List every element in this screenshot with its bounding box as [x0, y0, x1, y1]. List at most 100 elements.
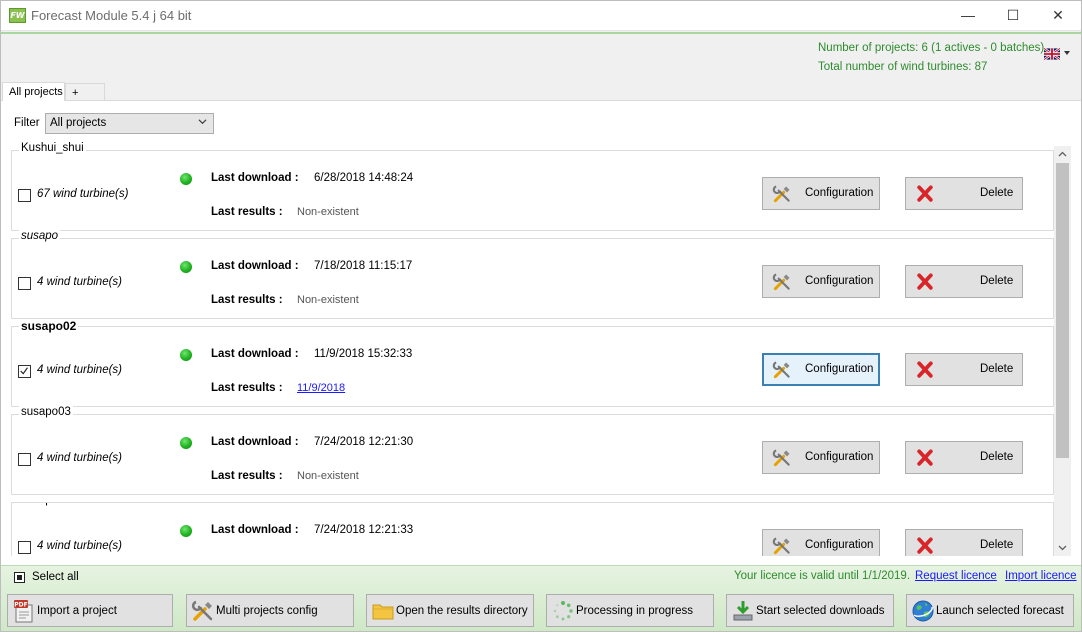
status-ok-icon	[180, 349, 192, 361]
configuration-button[interactable]: Configuration	[762, 265, 880, 298]
configuration-button[interactable]: Configuration	[762, 177, 880, 210]
configuration-label: Configuration	[805, 363, 874, 375]
request-licence-link[interactable]: Request licence	[915, 570, 997, 582]
multi-projects-config-button[interactable]: Multi projects config	[186, 594, 354, 627]
delete-button[interactable]: Delete	[905, 529, 1023, 556]
delete-button[interactable]: Delete	[905, 353, 1023, 386]
delete-icon	[917, 537, 933, 554]
tab-strip	[0, 82, 1082, 101]
turbine-count[interactable]: 4 wind turbine(s)	[37, 540, 122, 552]
launch-selected-forecast-label: Launch selected forecast	[936, 605, 1064, 617]
turbine-count[interactable]: 4 wind turbine(s)	[37, 276, 122, 288]
project-checkbox[interactable]	[18, 277, 31, 290]
project-checkbox[interactable]	[18, 453, 31, 466]
launch-selected-forecast-button[interactable]: Launch selected forecast	[906, 594, 1074, 627]
turbines-count: Total number of wind turbines: 87	[818, 61, 988, 73]
delete-label: Delete	[980, 275, 1014, 287]
project-panel: susapo03 4 wind turbine(s) Last download :…	[11, 406, 1054, 495]
tools-icon	[772, 449, 790, 467]
uk-flag-icon[interactable]	[1044, 47, 1060, 61]
filter-selected-value: All projects	[50, 117, 107, 129]
tab-add[interactable]: +	[65, 83, 105, 101]
tab-strip-divider	[0, 100, 1082, 101]
last-results-label: Last results :	[211, 294, 283, 306]
project-panel: Kushui_shui 67 wind turbine(s) Last downlo…	[11, 142, 1054, 231]
multi-projects-config-label: Multi projects config	[216, 605, 318, 617]
configuration-label: Configuration	[805, 187, 874, 199]
last-download-label: Last download :	[211, 172, 299, 184]
last-download-value: 11/9/2018 15:32:33	[314, 348, 413, 360]
project-name: susapo02	[19, 319, 79, 333]
processing-status-button[interactable]: Processing in progress	[546, 594, 714, 627]
last-results-value[interactable]: 11/9/2018	[297, 382, 345, 394]
turbine-count[interactable]: 4 wind turbine(s)	[37, 452, 122, 464]
project-name: susapo04	[19, 503, 73, 506]
last-results-label: Last results :	[211, 206, 283, 218]
status-ok-icon	[180, 261, 192, 273]
delete-button[interactable]: Delete	[905, 265, 1023, 298]
download-icon	[733, 601, 753, 621]
folder-icon	[372, 604, 394, 620]
import-project-button[interactable]: PDF Import a project	[7, 594, 173, 627]
turbine-count[interactable]: 67 wind turbine(s)	[37, 188, 128, 200]
app-logo: FW	[9, 8, 26, 23]
delete-label: Delete	[980, 451, 1014, 463]
delete-button[interactable]: Delete	[905, 177, 1023, 210]
maximize-button[interactable]: ☐	[990, 0, 1036, 31]
start-selected-downloads-button[interactable]: Start selected downloads	[726, 594, 894, 627]
project-name: susapo	[19, 230, 61, 242]
delete-icon	[917, 449, 933, 466]
delete-icon	[917, 185, 933, 202]
last-results-label: Last results :	[211, 470, 283, 482]
delete-icon	[917, 273, 933, 290]
last-download-label: Last download :	[211, 524, 299, 536]
pdf-import-icon: PDF	[14, 600, 33, 623]
tools-icon	[772, 273, 790, 291]
last-download-value: 7/24/2018 12:21:30	[314, 436, 414, 448]
minimize-button[interactable]: —	[945, 0, 991, 31]
last-results-value: Non-existent	[297, 206, 359, 218]
delete-button[interactable]: Delete	[905, 441, 1023, 474]
configuration-label: Configuration	[805, 539, 874, 551]
filter-select[interactable]: All projects	[45, 113, 214, 134]
spinner-icon	[553, 601, 573, 621]
turbine-count[interactable]: 4 wind turbine(s)	[37, 364, 122, 376]
project-checkbox[interactable]	[18, 541, 31, 554]
delete-label: Delete	[980, 539, 1014, 551]
configuration-button[interactable]: Configuration	[762, 353, 880, 386]
scroll-up-icon[interactable]	[1054, 146, 1071, 163]
open-results-directory-button[interactable]: Open the results directory	[366, 594, 534, 627]
project-name: Kushui_shui	[19, 142, 86, 154]
close-button[interactable]: ✕	[1035, 0, 1081, 31]
project-panel: susapo 4 wind turbine(s) Last download : 7/…	[11, 230, 1054, 319]
language-dropdown-icon[interactable]	[1064, 51, 1070, 55]
check-icon	[20, 367, 28, 375]
tab-all-projects[interactable]: All projects	[2, 82, 65, 101]
window-title: Forecast Module 5.4 j 64 bit	[31, 8, 192, 23]
configuration-button[interactable]: Configuration	[762, 529, 880, 556]
project-stats: Number of projects: 6 (1 actives - 0 bat…	[818, 39, 1044, 77]
delete-label: Delete	[980, 187, 1014, 199]
select-all-label[interactable]: Select all	[32, 571, 79, 583]
last-results-value: Non-existent	[297, 470, 359, 482]
configuration-label: Configuration	[805, 275, 874, 287]
projects-count: Number of projects: 6 (1 actives - 0 bat…	[818, 42, 1045, 54]
configuration-label: Configuration	[805, 451, 874, 463]
import-project-label: Import a project	[37, 605, 117, 617]
filter-label: Filter	[14, 117, 40, 129]
scrollbar-thumb[interactable]	[1056, 163, 1069, 458]
import-licence-link[interactable]: Import licence	[1005, 570, 1077, 582]
licence-status: Your licence is valid until 1/1/2019.	[734, 570, 911, 582]
open-results-directory-label: Open the results directory	[396, 605, 528, 617]
project-checkbox[interactable]	[18, 365, 31, 378]
last-results-value: Non-existent	[297, 294, 359, 306]
select-all-checkbox[interactable]	[14, 572, 25, 583]
start-selected-downloads-label: Start selected downloads	[756, 605, 885, 617]
configuration-button[interactable]: Configuration	[762, 441, 880, 474]
project-name: susapo03	[19, 406, 73, 418]
project-checkbox[interactable]	[18, 189, 31, 202]
header-accent-line	[0, 32, 1082, 34]
last-download-value: 7/18/2018 11:15:17	[314, 260, 413, 272]
scroll-down-icon[interactable]	[1054, 539, 1071, 556]
tools-icon	[772, 537, 790, 555]
